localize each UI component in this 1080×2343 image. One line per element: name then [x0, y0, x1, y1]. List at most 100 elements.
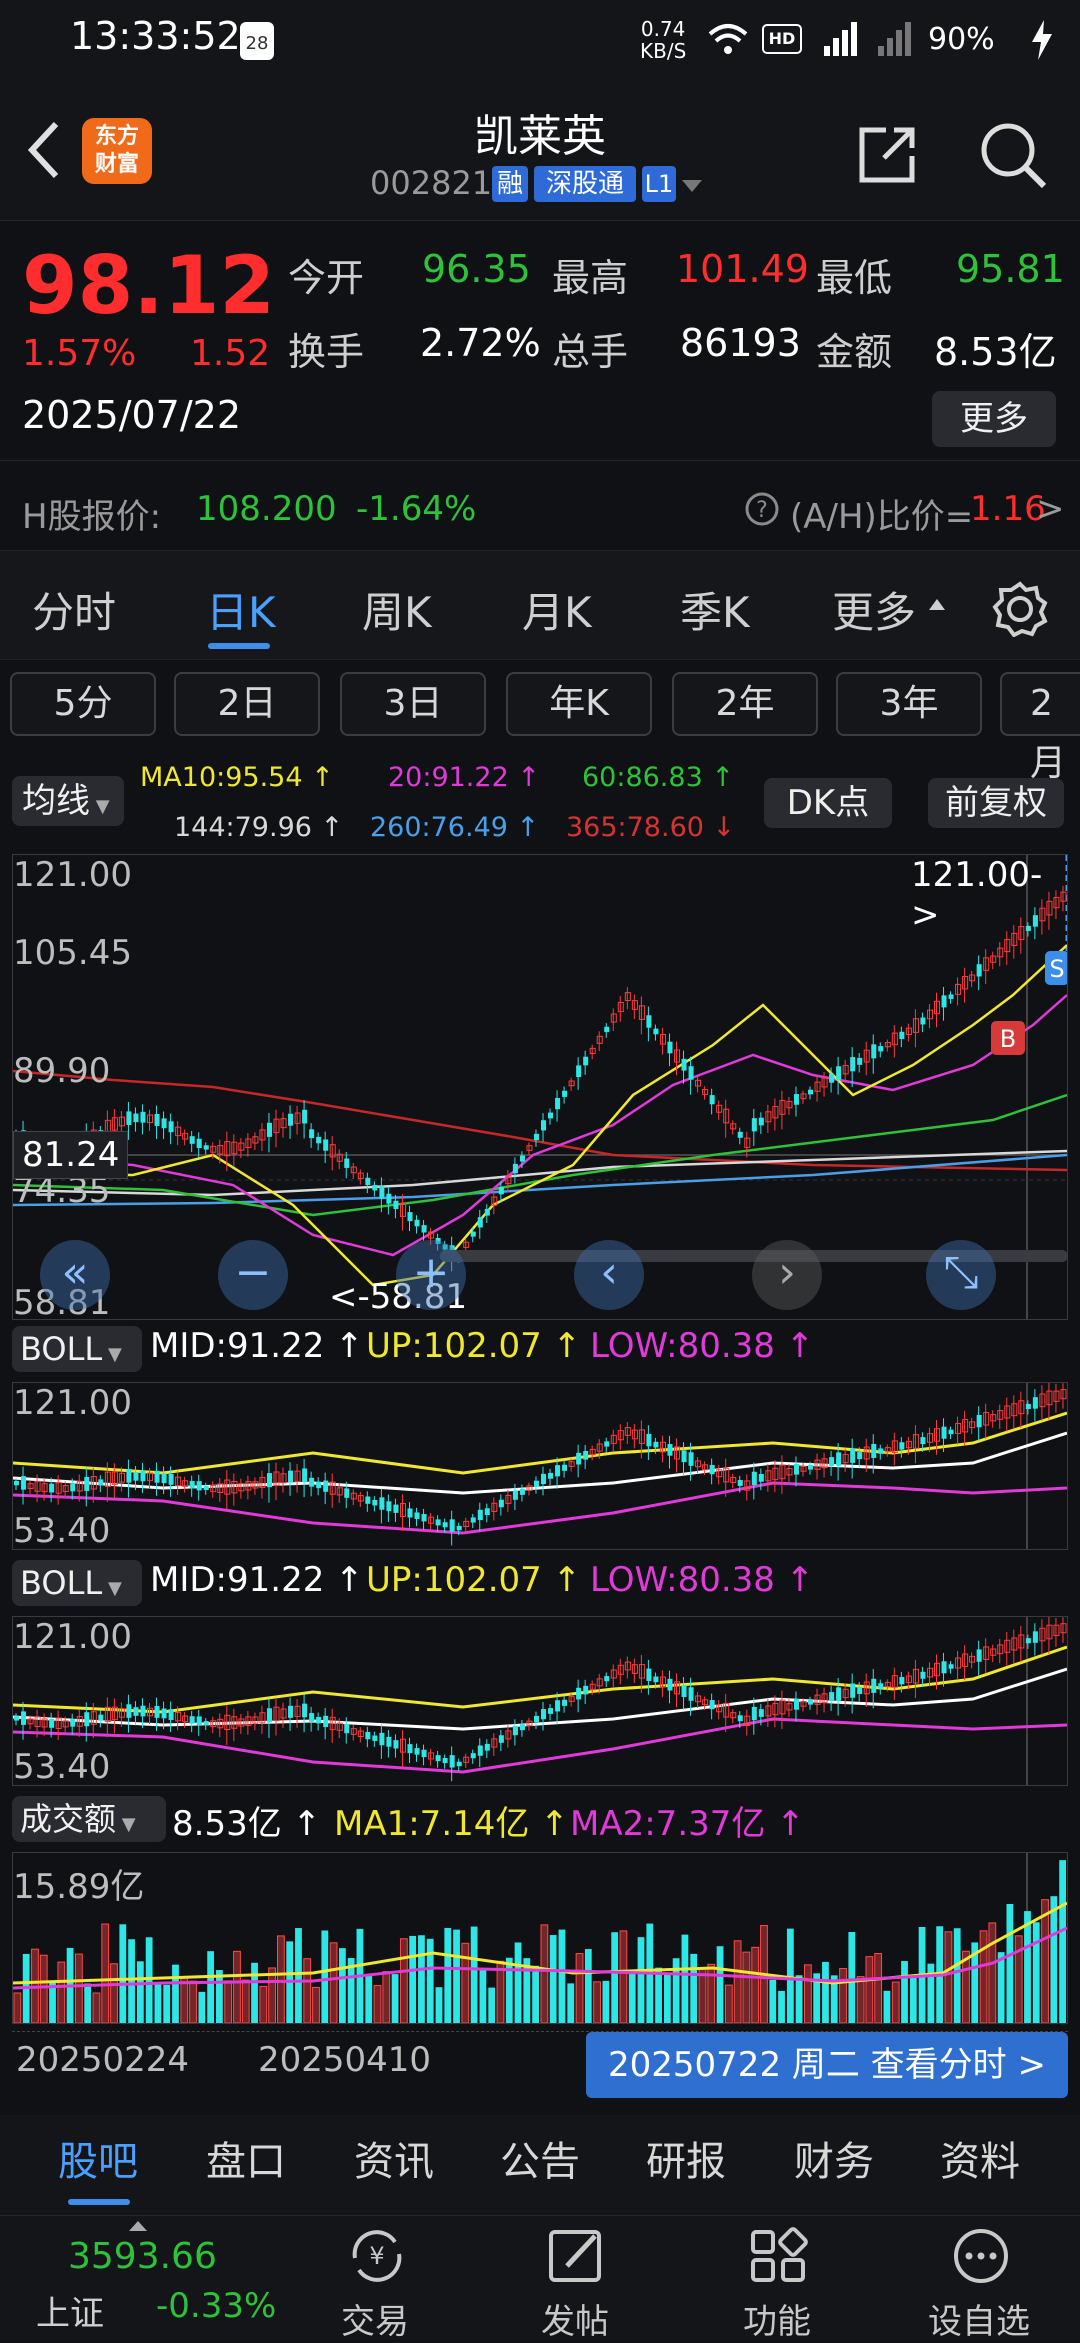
candle-body	[765, 1470, 772, 1482]
fullscreen-icon[interactable]: ⤡	[926, 1240, 996, 1310]
view-intraday-button[interactable]: 20250722 周二 查看分时 >	[586, 2032, 1068, 2098]
chip-2year[interactable]: 2年	[672, 672, 818, 736]
candle-body	[379, 1186, 385, 1199]
zoom-in-icon[interactable]: +	[396, 1240, 466, 1310]
chip-2day[interactable]: 2日	[174, 672, 320, 736]
volume-bar	[567, 1983, 575, 2023]
tab-research[interactable]: 研报	[626, 2129, 746, 2187]
volume-chart[interactable]: 15.89亿	[12, 1852, 1068, 2024]
candle-body	[1011, 1637, 1018, 1651]
candle-body	[589, 1047, 596, 1055]
boll2-selector[interactable]: BOLL ▼	[12, 1560, 142, 1606]
candle-body	[526, 1145, 533, 1151]
candle-body	[252, 1136, 259, 1144]
dk-point-button[interactable]: DK点	[764, 778, 892, 828]
candle-body	[1025, 1638, 1031, 1644]
candle-body	[617, 1001, 624, 1013]
volume-bar	[786, 1928, 794, 2023]
boll1-selector[interactable]: BOLL ▼	[12, 1326, 142, 1372]
candle-body	[596, 1035, 603, 1044]
high-label: 最高	[552, 256, 629, 300]
candle-body	[920, 1437, 926, 1445]
candle-body	[442, 1522, 448, 1528]
volume-bar	[901, 1961, 908, 2023]
share-icon[interactable]	[856, 124, 918, 186]
zoom-out-icon[interactable]: −	[218, 1240, 288, 1310]
candle-body	[576, 1065, 582, 1078]
candle-body	[702, 1699, 709, 1706]
tab-quarterly-k[interactable]: 季K	[680, 579, 750, 640]
candle-body	[737, 1715, 743, 1722]
candle-body	[955, 1657, 962, 1669]
chip-5min[interactable]: 5分	[10, 672, 156, 736]
scroll-left-fast-icon[interactable]: «	[40, 1240, 110, 1310]
scroll-left-icon[interactable]: ‹	[574, 1240, 644, 1310]
active-tab-indicator	[208, 643, 270, 649]
gear-icon[interactable]	[992, 581, 1048, 637]
trade-button[interactable]: ¥ 交易	[290, 2216, 460, 2342]
ah-ratio-value: 1.16	[970, 489, 1046, 529]
candle-body	[772, 1105, 779, 1119]
volume-bar	[637, 1937, 645, 2023]
candle-body	[955, 983, 962, 995]
boll2-upper	[13, 1645, 1067, 1714]
functions-button[interactable]: 功能	[692, 2216, 862, 2342]
candle-body	[182, 1715, 189, 1723]
chip-year-k[interactable]: 年K	[506, 672, 652, 736]
boll2-chart[interactable]: 121.00 53.40	[12, 1616, 1068, 1787]
chip-3year[interactable]: 3年	[836, 672, 982, 736]
tab-daily-k[interactable]: 日K	[206, 579, 276, 640]
bottom-bar: 3593.66 上证 -0.33% ¥ 交易 发帖 功能 设自选	[0, 2215, 1080, 2342]
candle-body	[1060, 1389, 1067, 1400]
ma-selector[interactable]: 均线 ▼	[12, 776, 124, 826]
tab-monthly-k[interactable]: 月K	[522, 579, 592, 640]
boll1-chart[interactable]: 121.00 53.40	[12, 1382, 1068, 1551]
candle-body	[161, 1473, 167, 1484]
tab-announcements[interactable]: 公告	[480, 2129, 600, 2187]
candle-body	[871, 1443, 877, 1459]
connect-tag: 深股通	[534, 166, 636, 202]
more-button[interactable]: 更多	[932, 391, 1056, 447]
amount-value: 8.53亿	[934, 330, 1057, 374]
volume-bar	[540, 1924, 549, 2023]
candle-body	[751, 1706, 757, 1721]
margin-tag: 融	[492, 166, 528, 202]
h-share-row[interactable]: H股报价: 108.200 -1.64% ? (A/H)比价= 1.16 >	[0, 460, 1080, 550]
volume-bar	[453, 1929, 460, 2023]
candle-body	[688, 1066, 694, 1080]
candle-body	[505, 1494, 512, 1504]
candle-body	[519, 1488, 525, 1495]
tab-more[interactable]: 更多	[832, 579, 916, 640]
search-icon[interactable]	[978, 120, 1048, 190]
candle-body	[1032, 1631, 1038, 1643]
tab-profile[interactable]: 资料	[920, 2129, 1040, 2187]
tab-order-book[interactable]: 盘口	[186, 2129, 306, 2187]
candle-body	[1032, 1397, 1038, 1409]
tab-news[interactable]: 资讯	[334, 2129, 454, 2187]
candle-body	[604, 1026, 610, 1033]
candle-body	[962, 975, 969, 990]
tab-forum[interactable]: 股吧	[38, 2129, 158, 2187]
volume-selector[interactable]: 成交额 ▼	[12, 1796, 166, 1842]
candle-body	[1004, 1639, 1011, 1653]
add-watchlist-button[interactable]: 设自选	[894, 2216, 1064, 2342]
candle-body	[133, 1707, 139, 1716]
candle-body	[793, 1094, 799, 1105]
chip-2month[interactable]: 2月	[1000, 672, 1080, 784]
tab-weekly-k[interactable]: 周K	[362, 579, 432, 640]
volume-bar	[382, 1971, 391, 2023]
candle-body	[238, 1142, 245, 1151]
tab-intraday[interactable]: 分时	[32, 579, 116, 640]
adjust-mode-button[interactable]: 前复权	[928, 778, 1064, 828]
help-icon[interactable]: ?	[744, 491, 780, 527]
scroll-right-icon[interactable]: ›	[752, 1240, 822, 1310]
dropdown-icon[interactable]	[680, 176, 704, 196]
index-ticker[interactable]: 3593.66 上证 -0.33%	[0, 2216, 290, 2341]
post-button[interactable]: 发帖	[490, 2216, 660, 2342]
ah-ratio-arrow: >	[1036, 489, 1065, 529]
tab-financials[interactable]: 财务	[774, 2129, 894, 2187]
candle-body	[231, 1141, 238, 1155]
candle-body	[638, 1664, 645, 1679]
charging-icon	[1032, 20, 1052, 60]
chip-3day[interactable]: 3日	[340, 672, 486, 736]
